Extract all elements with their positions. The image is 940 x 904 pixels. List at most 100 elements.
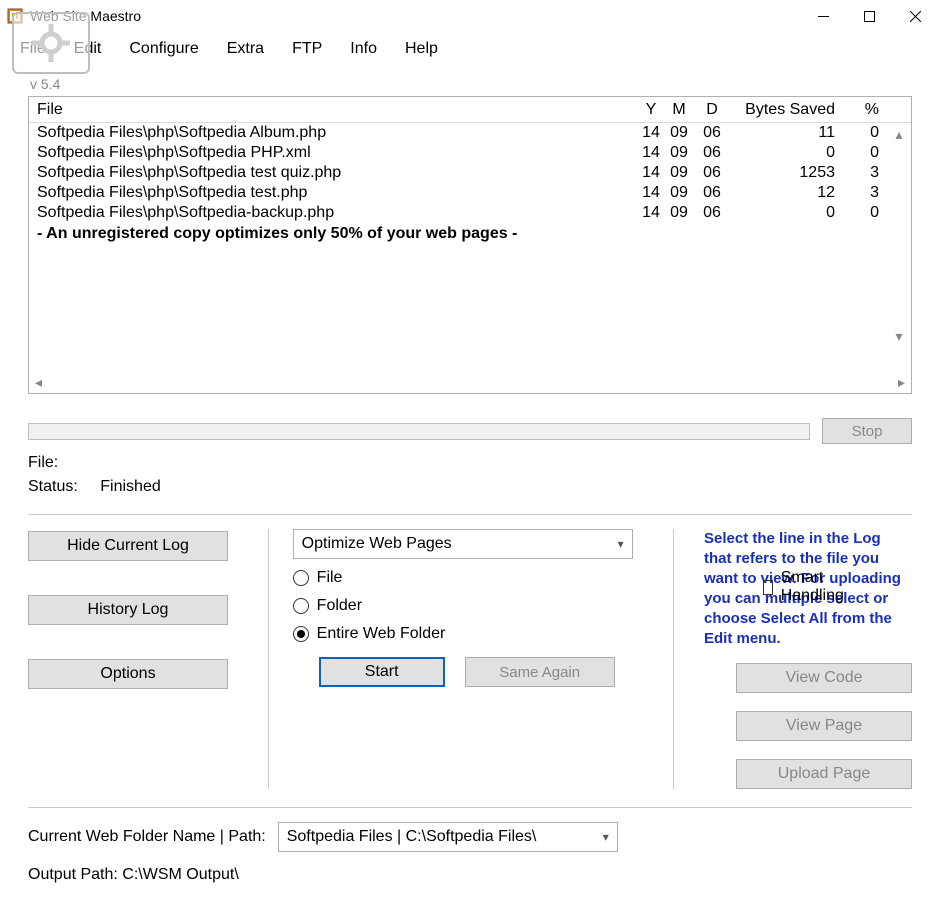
log-row[interactable]: Softpedia Files\php\Softpedia test.php14… <box>29 183 911 203</box>
log-header: File Y M D Bytes Saved % <box>29 97 911 123</box>
smart-handling-label: Smart Handling <box>781 569 849 605</box>
current-folder-value: Softpedia Files | C:\Softpedia Files\ <box>287 828 537 846</box>
log-cell-pct: 0 <box>843 203 887 223</box>
log-cell-y: 14 <box>637 183 665 203</box>
log-note: - An unregistered copy optimizes only 50… <box>29 223 911 247</box>
col-header-bytes[interactable]: Bytes Saved <box>731 101 843 119</box>
log-row[interactable]: Softpedia Files\php\Softpedia PHP.xml140… <box>29 143 911 163</box>
log-cell-pct: 0 <box>843 143 887 163</box>
view-page-button[interactable]: View Page <box>736 711 912 741</box>
mode-select[interactable]: Optimize Web Pages ▾ <box>293 529 633 559</box>
progress-bar <box>28 423 810 440</box>
menu-extra[interactable]: Extra <box>213 36 278 62</box>
current-folder-select[interactable]: Softpedia Files | C:\Softpedia Files\ ▾ <box>278 822 618 852</box>
scroll-up-icon[interactable]: ▴ <box>890 125 908 143</box>
divider <box>28 514 912 515</box>
log-cell-file: Softpedia Files\php\Softpedia PHP.xml <box>29 143 637 163</box>
current-folder-label: Current Web Folder Name | Path: <box>28 828 266 846</box>
log-cell-file: Softpedia Files\php\Softpedia-backup.php <box>29 203 637 223</box>
window-title: Web Site Maestro <box>30 8 141 24</box>
smart-handling-checkbox[interactable]: Smart Handling <box>763 569 849 605</box>
menu-help[interactable]: Help <box>391 36 452 62</box>
log-cell-d: 06 <box>693 123 731 143</box>
log-cell-m: 09 <box>665 183 693 203</box>
titlebar: Web Site Maestro <box>0 0 940 32</box>
log-cell-m: 09 <box>665 203 693 223</box>
log-cell-m: 09 <box>665 143 693 163</box>
log-cell-d: 06 <box>693 163 731 183</box>
chevron-down-icon: ▾ <box>618 537 624 551</box>
log-row[interactable]: Softpedia Files\php\Softpedia Album.php1… <box>29 123 911 143</box>
log-cell-bytes: 11 <box>731 123 843 143</box>
log-cell-y: 14 <box>637 143 665 163</box>
menu-file[interactable]: File <box>6 36 60 62</box>
mode-select-value: Optimize Web Pages <box>302 535 452 553</box>
scroll-down-icon[interactable]: ▾ <box>890 327 908 345</box>
log-cell-file: Softpedia Files\php\Softpedia test.php <box>29 183 637 203</box>
menubar: File Edit Configure Extra FTP Info Help <box>0 32 940 70</box>
menu-configure[interactable]: Configure <box>115 36 212 62</box>
stop-button[interactable]: Stop <box>822 418 912 444</box>
start-button[interactable]: Start <box>319 657 445 687</box>
scrollbar-horizontal[interactable]: ◂ ▸ <box>29 371 911 393</box>
col-header-y[interactable]: Y <box>637 101 665 119</box>
log-cell-y: 14 <box>637 203 665 223</box>
same-again-button[interactable]: Same Again <box>465 657 615 687</box>
col-header-m[interactable]: M <box>665 101 693 119</box>
divider-2 <box>28 807 912 808</box>
radio-file[interactable]: File <box>293 569 343 587</box>
scrollbar-vertical[interactable]: ▴ ▾ <box>889 125 909 345</box>
output-path-value: C:\WSM Output\ <box>122 866 238 883</box>
hide-log-button[interactable]: Hide Current Log <box>28 531 228 561</box>
log-cell-pct: 3 <box>843 183 887 203</box>
log-cell-file: Softpedia Files\php\Softpedia test quiz.… <box>29 163 637 183</box>
log-row[interactable]: Softpedia Files\php\Softpedia test quiz.… <box>29 163 911 183</box>
vertical-divider <box>268 529 269 789</box>
log-cell-m: 09 <box>665 123 693 143</box>
log-cell-pct: 3 <box>843 163 887 183</box>
radio-entire-label: Entire Web Folder <box>317 625 446 643</box>
log-cell-d: 06 <box>693 143 731 163</box>
radio-folder[interactable]: Folder <box>293 597 649 615</box>
col-header-d[interactable]: D <box>693 101 731 119</box>
log-body[interactable]: Softpedia Files\php\Softpedia Album.php1… <box>29 123 911 371</box>
status-value: Finished <box>100 478 160 496</box>
file-label: File: <box>28 454 58 472</box>
app-icon <box>6 7 24 25</box>
options-button[interactable]: Options <box>28 659 228 689</box>
log-cell-m: 09 <box>665 163 693 183</box>
upload-page-button[interactable]: Upload Page <box>736 759 912 789</box>
scroll-left-icon[interactable]: ◂ <box>35 374 42 391</box>
history-log-button[interactable]: History Log <box>28 595 228 625</box>
close-button[interactable] <box>892 1 938 31</box>
menu-edit[interactable]: Edit <box>60 36 116 62</box>
log-cell-d: 06 <box>693 203 731 223</box>
menu-info[interactable]: Info <box>336 36 391 62</box>
vertical-divider-2 <box>673 529 674 789</box>
log-cell-y: 14 <box>637 123 665 143</box>
radio-entire[interactable]: Entire Web Folder <box>293 625 649 643</box>
chevron-down-icon: ▾ <box>603 830 609 844</box>
status-label: Status: <box>28 478 78 495</box>
log-cell-bytes: 1253 <box>731 163 843 183</box>
log-panel: File Y M D Bytes Saved % Softpedia Files… <box>28 96 912 394</box>
radio-folder-label: Folder <box>317 597 362 615</box>
log-cell-pct: 0 <box>843 123 887 143</box>
log-cell-file: Softpedia Files\php\Softpedia Album.php <box>29 123 637 143</box>
radio-file-label: File <box>317 569 343 587</box>
log-cell-d: 06 <box>693 183 731 203</box>
minimize-button[interactable] <box>800 1 846 31</box>
log-row[interactable]: Softpedia Files\php\Softpedia-backup.php… <box>29 203 911 223</box>
maximize-button[interactable] <box>846 1 892 31</box>
col-header-file[interactable]: File <box>29 101 637 119</box>
menu-ftp[interactable]: FTP <box>278 36 336 62</box>
output-path-label: Output Path: <box>28 866 118 883</box>
log-cell-bytes: 0 <box>731 143 843 163</box>
log-cell-bytes: 12 <box>731 183 843 203</box>
col-header-pct[interactable]: % <box>843 101 887 119</box>
view-code-button[interactable]: View Code <box>736 663 912 693</box>
log-cell-bytes: 0 <box>731 203 843 223</box>
scroll-right-icon[interactable]: ▸ <box>898 374 905 391</box>
version-label: v 5.4 <box>28 70 912 96</box>
log-cell-y: 14 <box>637 163 665 183</box>
